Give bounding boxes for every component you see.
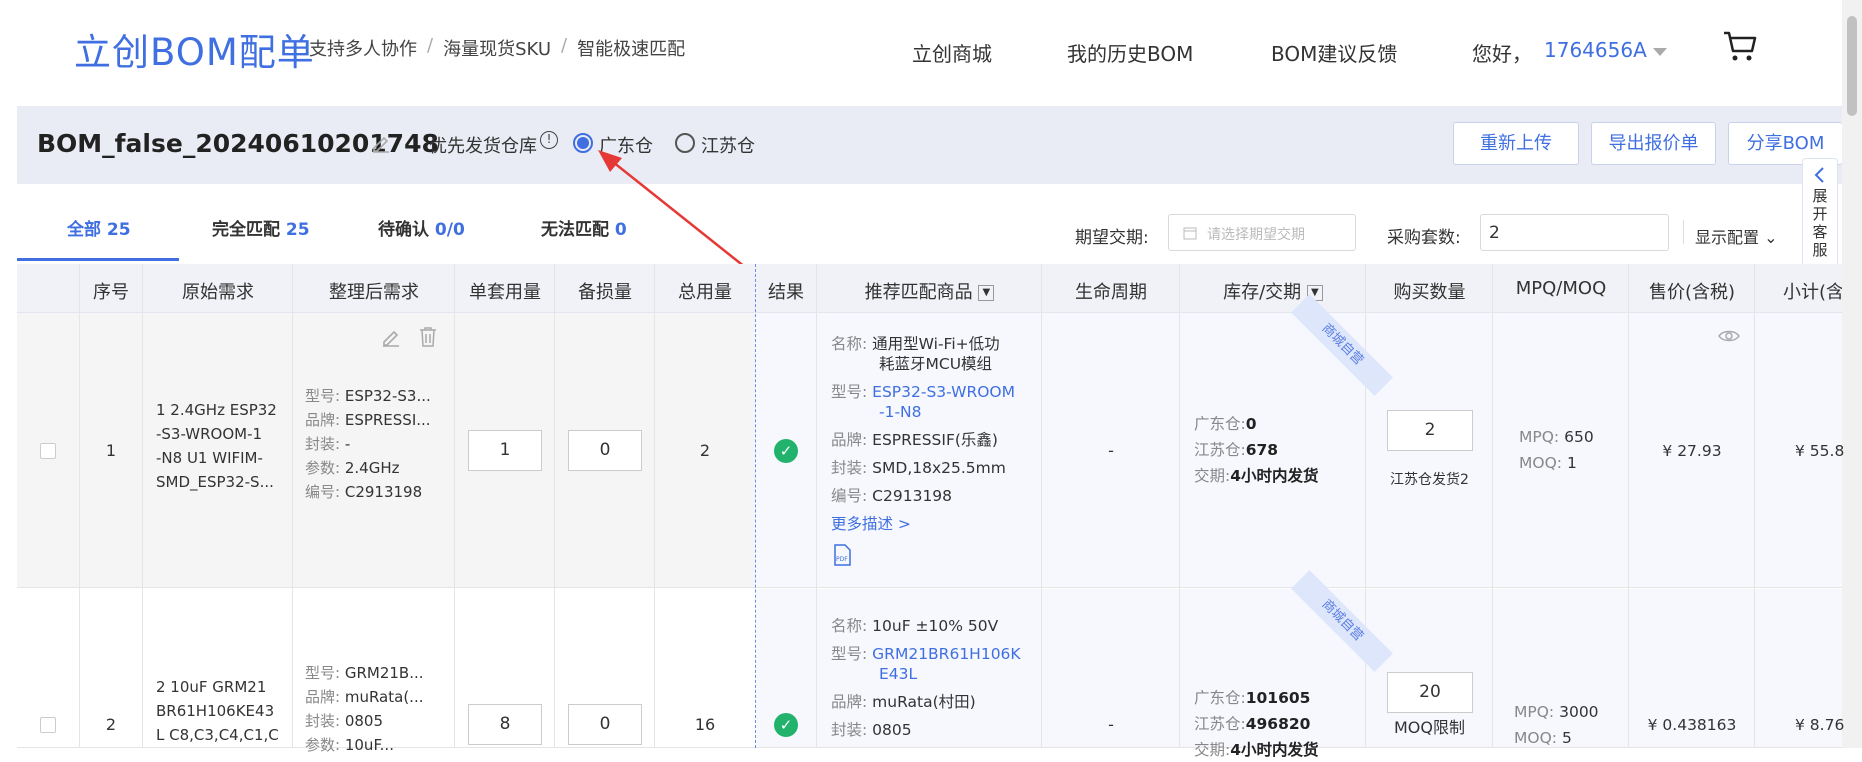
col-total: 总用量 — [678, 282, 732, 303]
col-product[interactable]: 推荐匹配商品 ▼ — [817, 278, 1042, 304]
col-price: 售价(含税) — [1648, 282, 1736, 303]
nav-history-bom[interactable]: 我的历史BOM — [1067, 38, 1193, 67]
svg-text:PDF: PDF — [836, 556, 848, 563]
username[interactable]: 1764656A — [1544, 38, 1647, 62]
greeting: 您好， — [1472, 42, 1532, 66]
tab-full-match[interactable]: 完全匹配 25 — [212, 215, 310, 240]
row-checkbox[interactable] — [40, 717, 56, 733]
delivery-label: 期望交期: — [1075, 228, 1149, 248]
nav-feedback[interactable]: BOM建议反馈 — [1271, 38, 1397, 67]
raw-requirement: 2 10uF GRM21 BR61H106KE43 L C8,C3,C4,C1,C — [156, 678, 279, 744]
cart-icon[interactable] — [1722, 30, 1758, 64]
warehouse-label: 优先发货仓库 — [429, 136, 537, 157]
buy-qty-input[interactable]: 20 — [1387, 672, 1473, 713]
tagline-3: 智能极速匹配 — [577, 39, 686, 60]
more-desc-link[interactable]: 更多描述 > — [831, 512, 1036, 536]
row-no: 2 — [105, 715, 117, 734]
unit-qty-input[interactable]: 1 — [468, 430, 542, 471]
edit-icon[interactable] — [370, 132, 392, 154]
tab-no-match[interactable]: 无法匹配 0 — [541, 215, 627, 240]
stock-info: 广东仓:0 江苏仓:678 交期:4小时内发货 — [1194, 415, 1319, 485]
sets-value: 2 — [1489, 223, 1500, 243]
side-text-4: 服 — [1812, 241, 1828, 259]
nav-mall[interactable]: 立创商城 — [912, 38, 992, 67]
clean-requirement: 型号: ESP32-S3... 品牌: ESPRESSI... 封装: - 参数… — [305, 387, 431, 501]
side-text-1: 展 — [1812, 187, 1828, 205]
product-info: 名称: 通用型Wi-Fi+低功 耗蓝牙MCU模组 型号: ESP32-S3-WR… — [831, 332, 1036, 536]
chevron-left-icon — [1814, 167, 1824, 183]
export-quote-button[interactable]: 导出报价单 — [1591, 122, 1716, 165]
row-checkbox[interactable] — [40, 443, 56, 459]
col-no: 序号 — [93, 282, 129, 303]
frozen-divider — [755, 264, 756, 748]
mpq-moq: MPQ: 3000 MOQ: 5 — [1514, 703, 1599, 747]
col-qty: 购买数量 — [1393, 282, 1466, 303]
active-tab-indicator — [17, 258, 179, 261]
pdf-icon[interactable]: PDF — [832, 544, 852, 566]
col-raw: 原始需求 — [182, 282, 254, 303]
tab-pending[interactable]: 待确认 0/0 — [378, 215, 465, 240]
top-header: 立创BOM配单 支持多人协作 / 海量现货SKU / 智能极速匹配 立创商城 我的历… — [0, 0, 1840, 105]
col-mpq: MPQ/MOQ — [1515, 278, 1607, 299]
unit-price: ¥ 0.438163 — [1647, 716, 1737, 734]
sets-input[interactable]: 2 — [1480, 214, 1669, 251]
reupload-button[interactable]: 重新上传 — [1453, 122, 1579, 165]
tagline: 支持多人协作 / 海量现货SKU / 智能极速匹配 — [309, 35, 686, 60]
product-info: 名称: 10uF ±10% 50V 型号: GRM21BR61H106K E43… — [831, 617, 1021, 739]
raw-requirement: 1 2.4GHz ESP32 -S3-WROOM-1 -N8 U1 WIFIM- SM… — [156, 401, 277, 491]
side-text-2: 开 — [1812, 205, 1828, 223]
col-subtotal: 小计(含 — [1783, 282, 1842, 303]
unit-price: ¥ 27.93 — [1662, 442, 1722, 460]
spare-qty-input[interactable]: 0 — [568, 430, 642, 471]
filter-icon: ▼ — [978, 285, 995, 301]
tab-all[interactable]: 全部 25 — [67, 215, 131, 240]
edit-icon[interactable] — [380, 326, 402, 348]
col-result: 结果 — [768, 282, 804, 303]
check-icon: ✓ — [774, 439, 798, 463]
product-model-link[interactable]: ESP32-S3-WROOM — [872, 383, 1015, 401]
subtotal: ¥ 8.76 — [1795, 716, 1845, 734]
divider — [1683, 220, 1684, 244]
row-no: 1 — [105, 441, 117, 460]
display-config-dropdown[interactable]: 显示配置 ⌄ — [1695, 224, 1778, 248]
buy-qty-input[interactable]: 2 — [1387, 410, 1473, 451]
tagline-2: 海量现货SKU — [443, 39, 551, 60]
product-model-link[interactable]: GRM21BR61H106K — [872, 645, 1020, 663]
qty-note: 江苏仓发货2 — [1390, 472, 1469, 488]
delivery-date-input[interactable]: 请选择期望交期 — [1168, 214, 1356, 251]
delivery-placeholder: 请选择期望交期 — [1207, 227, 1305, 243]
col-unit: 单套用量 — [469, 282, 541, 303]
info-icon[interactable]: ! — [540, 131, 558, 149]
tagline-1: 支持多人协作 — [309, 39, 417, 60]
moq-limit-note: MOQ限制 — [1394, 718, 1465, 737]
mpq-moq: MPQ: 650 MOQ: 1 — [1519, 428, 1594, 472]
chevron-down-icon[interactable] — [1653, 48, 1667, 56]
trash-icon[interactable] — [418, 326, 438, 348]
calendar-icon — [1183, 227, 1197, 240]
eye-icon[interactable] — [1718, 329, 1740, 343]
check-icon: ✓ — [774, 713, 798, 737]
clean-requirement: 型号: GRM21B... 品牌: muRata(... 封装: 0805 参数… — [305, 664, 424, 754]
total-qty: 16 — [694, 715, 716, 734]
site-logo[interactable]: 立创BOM配单 — [74, 22, 315, 76]
total-qty: 2 — [699, 441, 711, 460]
unit-qty-input[interactable]: 8 — [468, 704, 542, 745]
subtotal: ¥ 55.8 — [1795, 442, 1845, 460]
col-spare: 备损量 — [578, 282, 632, 303]
stock-info: 广东仓:101605 江苏仓:496820 交期:4小时内发货 — [1194, 689, 1319, 759]
col-stock[interactable]: 库存/交期 ▼ — [1180, 278, 1366, 304]
col-lifecycle: 生命周期 — [1075, 282, 1147, 303]
lifecycle: - — [1108, 441, 1114, 460]
spare-qty-input[interactable]: 0 — [568, 704, 642, 745]
lifecycle: - — [1108, 715, 1114, 734]
col-clean: 整理后需求 — [329, 282, 419, 303]
page-scrollbar[interactable] — [1842, 0, 1862, 748]
side-text-3: 客 — [1812, 223, 1828, 241]
sets-label: 采购套数: — [1387, 228, 1461, 248]
